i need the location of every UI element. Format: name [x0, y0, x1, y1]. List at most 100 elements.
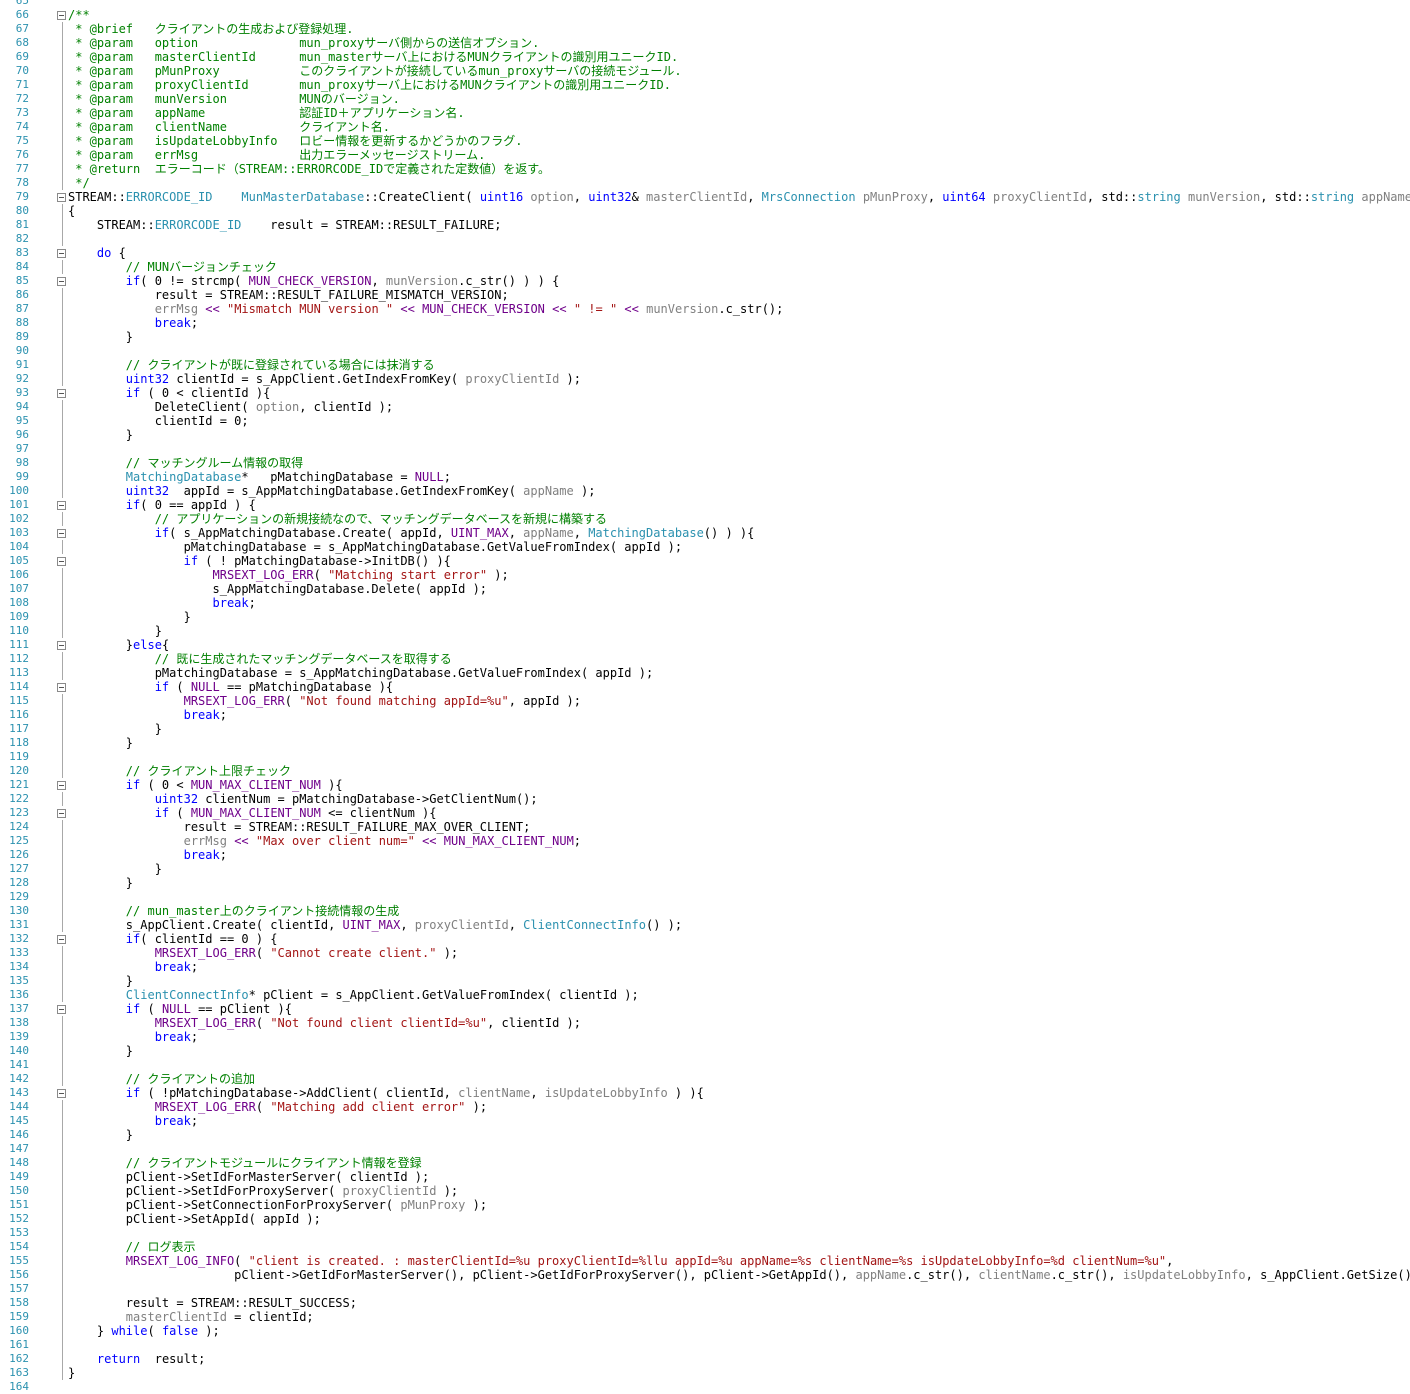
code-line[interactable]: 124 result = STREAM::RESULT_FAILURE_MAX_…	[0, 820, 1410, 834]
code-line[interactable]: 110 }	[0, 624, 1410, 638]
code-line[interactable]: 135 }	[0, 974, 1410, 988]
code-line[interactable]: 66 /**	[0, 8, 1410, 22]
collapse-icon[interactable]	[57, 809, 66, 818]
code-line[interactable]: 76 * @param errMsg 出力エラーメッセージストリーム.	[0, 148, 1410, 162]
code-line[interactable]: 85 if( 0 != strcmp( MUN_CHECK_VERSION, m…	[0, 274, 1410, 288]
code-line[interactable]: 148 // クライアントモジュールにクライアント情報を登録	[0, 1156, 1410, 1170]
collapse-icon[interactable]	[57, 389, 66, 398]
code-line[interactable]: 73 * @param appName 認証ID＋アプリケーション名.	[0, 106, 1410, 120]
code-line[interactable]: 159 masterClientId = clientId;	[0, 1310, 1410, 1324]
code-line[interactable]: 144 MRSEXT_LOG_ERR( "Matching add client…	[0, 1100, 1410, 1114]
code-line[interactable]: 81 STREAM::ERRORCODE_ID result = STREAM:…	[0, 218, 1410, 232]
code-line[interactable]: 155 MRSEXT_LOG_INFO( "client is created.…	[0, 1254, 1410, 1268]
code-line[interactable]: 118 }	[0, 736, 1410, 750]
code-line[interactable]: 71 * @param proxyClientId mun_proxyサーバ上に…	[0, 78, 1410, 92]
collapse-icon[interactable]	[57, 1005, 66, 1014]
code-line[interactable]: 136 ClientConnectInfo* pClient = s_AppCl…	[0, 988, 1410, 1002]
code-line[interactable]: 105 if ( ! pMatchingDatabase->InitDB() )…	[0, 554, 1410, 568]
code-line[interactable]: 72 * @param munVersion MUNのバージョン.	[0, 92, 1410, 106]
code-line[interactable]: 146 }	[0, 1128, 1410, 1142]
code-line[interactable]: 114 if ( NULL == pMatchingDatabase ){	[0, 680, 1410, 694]
code-line[interactable]: 97	[0, 442, 1410, 456]
code-line[interactable]: 125 errMsg << "Max over client num=" << …	[0, 834, 1410, 848]
code-line[interactable]: 122 uint32 clientNum = pMatchingDatabase…	[0, 792, 1410, 806]
code-line[interactable]: 69 * @param masterClientId mun_masterサーバ…	[0, 50, 1410, 64]
code-line[interactable]: 117 }	[0, 722, 1410, 736]
collapse-icon[interactable]	[57, 277, 66, 286]
code-editor[interactable]: 65 66/** 67 * @brief クライアントの生成および登録処理. 68 *…	[0, 0, 1410, 1394]
collapse-icon[interactable]	[57, 641, 66, 650]
code-line[interactable]: 153	[0, 1226, 1410, 1240]
code-line[interactable]: 162 return result;	[0, 1352, 1410, 1366]
code-line[interactable]: 133 MRSEXT_LOG_ERR( "Cannot create clien…	[0, 946, 1410, 960]
collapse-icon[interactable]	[57, 11, 66, 20]
code-line[interactable]: 116 break;	[0, 708, 1410, 722]
code-line[interactable]: 82	[0, 232, 1410, 246]
collapse-icon[interactable]	[57, 935, 66, 944]
code-line[interactable]: 78 */	[0, 176, 1410, 190]
code-line[interactable]: 88 break;	[0, 316, 1410, 330]
code-line[interactable]: 87 errMsg << "Mismatch MUN version " << …	[0, 302, 1410, 316]
code-line[interactable]: 77 * @return エラーコード（STREAM::ERRORCODE_ID…	[0, 162, 1410, 176]
collapse-icon[interactable]	[57, 501, 66, 510]
code-line[interactable]: 98 // マッチングルーム情報の取得	[0, 456, 1410, 470]
code-line[interactable]: 134 break;	[0, 960, 1410, 974]
code-line[interactable]: 108 break;	[0, 596, 1410, 610]
code-line[interactable]: 120 // クライアント上限チェック	[0, 764, 1410, 778]
code-line[interactable]: 111 }else{	[0, 638, 1410, 652]
code-line[interactable]: 157	[0, 1282, 1410, 1296]
code-line[interactable]: 121 if ( 0 < MUN_MAX_CLIENT_NUM ){	[0, 778, 1410, 792]
code-line[interactable]: 89 }	[0, 330, 1410, 344]
code-line[interactable]: 139 break;	[0, 1030, 1410, 1044]
code-line[interactable]: 141	[0, 1058, 1410, 1072]
code-line[interactable]: 127 }	[0, 862, 1410, 876]
code-line[interactable]: 100 uint32 appId = s_AppMatchingDatabase…	[0, 484, 1410, 498]
code-line[interactable]: 151 pClient->SetConnectionForProxyServer…	[0, 1198, 1410, 1212]
code-line[interactable]: 113 pMatchingDatabase = s_AppMatchingDat…	[0, 666, 1410, 680]
code-line[interactable]: 79 STREAM::ERRORCODE_ID MunMasterDatabase…	[0, 190, 1410, 204]
collapse-icon[interactable]	[57, 781, 66, 790]
code-line[interactable]: 154 // ログ表示	[0, 1240, 1410, 1254]
code-line[interactable]: 86 result = STREAM::RESULT_FAILURE_MISMA…	[0, 288, 1410, 302]
collapse-icon[interactable]	[57, 529, 66, 538]
code-line[interactable]: 92 uint32 clientId = s_AppClient.GetInde…	[0, 372, 1410, 386]
code-line[interactable]: 83 do {	[0, 246, 1410, 260]
code-line[interactable]: 130 // mun_master上のクライアント接続情報の生成	[0, 904, 1410, 918]
code-line[interactable]: 102 // アプリケーションの新規接続なので、マッチングデータベースを新規に構…	[0, 512, 1410, 526]
code-line[interactable]: 104 pMatchingDatabase = s_AppMatchingDat…	[0, 540, 1410, 554]
code-line[interactable]: 90	[0, 344, 1410, 358]
code-line[interactable]: 109 }	[0, 610, 1410, 624]
code-line[interactable]: 70 * @param pMunProxy このクライアントが接続しているmun…	[0, 64, 1410, 78]
code-line[interactable]: 158 result = STREAM::RESULT_SUCCESS;	[0, 1296, 1410, 1310]
code-line[interactable]: 67 * @brief クライアントの生成および登録処理.	[0, 22, 1410, 36]
code-line[interactable]: 138 MRSEXT_LOG_ERR( "Not found client cl…	[0, 1016, 1410, 1030]
code-line[interactable]: 115 MRSEXT_LOG_ERR( "Not found matching …	[0, 694, 1410, 708]
code-line[interactable]: 131 s_AppClient.Create( clientId, UINT_M…	[0, 918, 1410, 932]
code-line[interactable]: 161	[0, 1338, 1410, 1352]
code-line[interactable]: 103 if( s_AppMatchingDatabase.Create( ap…	[0, 526, 1410, 540]
code-line[interactable]: 106 MRSEXT_LOG_ERR( "Matching start erro…	[0, 568, 1410, 582]
code-line[interactable]: 101 if( 0 == appId ) {	[0, 498, 1410, 512]
code-line[interactable]: 142 // クライアントの追加	[0, 1072, 1410, 1086]
code-line[interactable]: 152 pClient->SetAppId( appId );	[0, 1212, 1410, 1226]
code-line[interactable]: 129	[0, 890, 1410, 904]
code-line[interactable]: 163}	[0, 1366, 1410, 1380]
code-line[interactable]: 119	[0, 750, 1410, 764]
code-line[interactable]: 112 // 既に生成されたマッチングデータベースを取得する	[0, 652, 1410, 666]
code-line[interactable]: 107 s_AppMatchingDatabase.Delete( appId …	[0, 582, 1410, 596]
collapse-icon[interactable]	[57, 193, 66, 202]
code-line[interactable]: 99 MatchingDatabase* pMatchingDatabase =…	[0, 470, 1410, 484]
code-line[interactable]: 143 if ( !pMatchingDatabase->AddClient( …	[0, 1086, 1410, 1100]
code-line[interactable]: 75 * @param isUpdateLobbyInfo ロビー情報を更新する…	[0, 134, 1410, 148]
code-line[interactable]: 126 break;	[0, 848, 1410, 862]
collapse-icon[interactable]	[57, 249, 66, 258]
collapse-icon[interactable]	[57, 1089, 66, 1098]
collapse-icon[interactable]	[57, 683, 66, 692]
code-line[interactable]: 150 pClient->SetIdForProxyServer( proxyC…	[0, 1184, 1410, 1198]
code-line[interactable]: 95 clientId = 0;	[0, 414, 1410, 428]
code-line[interactable]: 145 break;	[0, 1114, 1410, 1128]
code-line[interactable]: 80 {	[0, 204, 1410, 218]
code-line[interactable]: 140 }	[0, 1044, 1410, 1058]
code-line[interactable]: 132 if( clientId == 0 ) {	[0, 932, 1410, 946]
code-line[interactable]: 164	[0, 1380, 1410, 1394]
